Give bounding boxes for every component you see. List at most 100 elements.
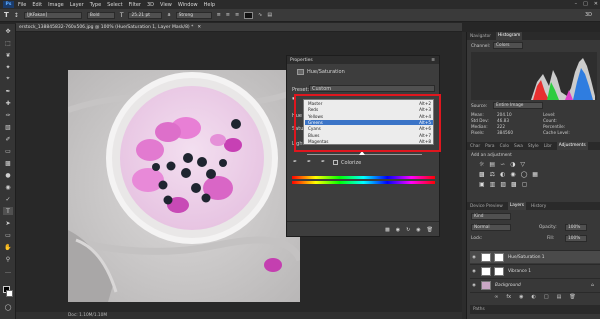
- opacity-input[interactable]: 100%: [565, 224, 587, 231]
- menu-edit[interactable]: Edit: [32, 2, 42, 8]
- fx-icon[interactable]: fx: [506, 294, 511, 300]
- tab-adjustments[interactable]: Adjustments: [556, 142, 588, 150]
- stamp-tool-icon[interactable]: ▧: [3, 123, 13, 131]
- crop-tool-icon[interactable]: ⌖: [3, 75, 13, 83]
- tab-paths[interactable]: Paths: [473, 307, 485, 312]
- channel-mixer-icon[interactable]: ◯: [521, 171, 528, 178]
- pen-tool-icon[interactable]: ✓: [3, 195, 13, 203]
- dodge-tool-icon[interactable]: ◉: [3, 183, 13, 191]
- eyedropper-plus-icon[interactable]: ✒: [307, 159, 311, 165]
- invert-icon[interactable]: ▣: [479, 181, 485, 188]
- view-previous-icon[interactable]: ◉: [396, 227, 400, 233]
- tab-layers[interactable]: Layers: [507, 202, 527, 210]
- text-color-swatch[interactable]: [244, 11, 254, 19]
- tab-device-preview[interactable]: Device Preview: [470, 204, 503, 209]
- maximize-icon[interactable]: □: [583, 1, 588, 7]
- trash-icon[interactable]: 🗑: [569, 294, 575, 300]
- history-brush-tool-icon[interactable]: ✐: [3, 135, 13, 143]
- source-select[interactable]: Entire Image: [493, 102, 543, 109]
- eyedropper-icon[interactable]: ✒: [293, 159, 297, 165]
- font-family-select[interactable]: [JKFakan]: [23, 11, 82, 19]
- link-icon[interactable]: ∞: [494, 294, 498, 300]
- healing-tool-icon[interactable]: ✚: [3, 99, 13, 107]
- group-icon[interactable]: □: [544, 294, 549, 300]
- character-panel-icon[interactable]: ▤: [267, 12, 272, 18]
- tab-navigator[interactable]: Navigator: [470, 34, 491, 39]
- document-image[interactable]: [68, 70, 300, 302]
- menu-help[interactable]: Help: [204, 2, 215, 8]
- move-tool-icon[interactable]: ✥: [3, 27, 13, 35]
- hand-tool-icon[interactable]: ✋: [3, 243, 13, 251]
- preset-select[interactable]: Custom: [309, 85, 435, 92]
- mask-icon[interactable]: ◉: [519, 294, 523, 300]
- menu-file[interactable]: File: [18, 2, 26, 8]
- tab-history[interactable]: History: [531, 204, 546, 209]
- new-layer-icon[interactable]: ▤: [557, 294, 562, 300]
- threshold-icon[interactable]: ▨: [500, 181, 506, 188]
- clip-to-layer-icon[interactable]: ▩: [385, 227, 390, 233]
- colorize-checkbox[interactable]: [333, 160, 338, 165]
- marquee-tool-icon[interactable]: ⬚: [3, 39, 13, 47]
- tab-character[interactable]: Char: [470, 144, 480, 149]
- type-tool-icon[interactable]: T: [3, 207, 13, 215]
- align-right-icon[interactable]: ≡: [235, 12, 239, 18]
- layer-row[interactable]: ◉ Background ⌂: [470, 278, 600, 291]
- layer-row[interactable]: ◉ Hue/Saturation 1: [470, 250, 600, 263]
- lasso-tool-icon[interactable]: ❦: [3, 51, 13, 59]
- layer-row[interactable]: ◉ Vibrance 1: [470, 264, 600, 277]
- color-balance-icon[interactable]: ⚖: [490, 171, 495, 178]
- align-center-icon[interactable]: ≡: [226, 12, 230, 18]
- background-color-swatch[interactable]: [6, 290, 13, 297]
- photo-filter-icon[interactable]: ◉: [510, 171, 515, 178]
- tab-histogram[interactable]: Histogram: [496, 32, 523, 40]
- font-size-select[interactable]: 25.21 pt: [128, 11, 163, 19]
- menu-type[interactable]: Type: [90, 2, 101, 8]
- color-lookup-icon[interactable]: ▦: [532, 171, 538, 178]
- tab-styles[interactable]: Style: [528, 144, 539, 149]
- zoom-tool-icon[interactable]: ⚲: [3, 255, 13, 263]
- hue-sat-icon[interactable]: ▩: [479, 171, 485, 178]
- orientation-icon[interactable]: ↕: [14, 12, 19, 19]
- tab-swatches[interactable]: Swa: [514, 144, 523, 149]
- gradient-tool-icon[interactable]: ▩: [3, 159, 13, 167]
- visibility-eye-icon[interactable]: ◉: [470, 283, 478, 288]
- menu-3d[interactable]: 3D: [147, 2, 154, 8]
- document-tab[interactable]: erstock_138845832-760x506.jpg @ 100% (Hu…: [16, 23, 462, 32]
- shape-tool-icon[interactable]: ▭: [3, 231, 13, 239]
- tab-paragraph[interactable]: Para: [485, 144, 494, 149]
- delete-icon[interactable]: 🗑: [427, 227, 433, 233]
- vibrance-icon[interactable]: ▽: [520, 161, 525, 168]
- brush-tool-icon[interactable]: ✑: [3, 111, 13, 119]
- 3d-icon[interactable]: 3D: [585, 12, 592, 18]
- panel-menu-icon[interactable]: ≡: [431, 58, 435, 63]
- antialias-select[interactable]: Strong: [175, 11, 212, 19]
- tab-color[interactable]: Colo: [500, 144, 509, 149]
- eraser-tool-icon[interactable]: ▭: [3, 147, 13, 155]
- warp-text-icon[interactable]: ∿: [258, 12, 262, 18]
- menu-filter[interactable]: Filter: [129, 2, 141, 8]
- menu-window[interactable]: Window: [178, 2, 198, 8]
- menu-select[interactable]: Select: [107, 2, 122, 8]
- eyedropper-minus-icon[interactable]: ✒: [321, 159, 325, 165]
- menu-layer[interactable]: Layer: [70, 2, 84, 8]
- type-tool-icon[interactable]: T: [4, 11, 9, 19]
- blend-mode-select[interactable]: Normal: [471, 224, 511, 231]
- fill-input[interactable]: 100%: [565, 235, 587, 242]
- eyedropper-tool-icon[interactable]: ✒: [3, 87, 13, 95]
- reset-icon[interactable]: ↻: [406, 227, 410, 233]
- path-select-tool-icon[interactable]: ➤: [3, 219, 13, 227]
- exposure-icon[interactable]: ◑: [510, 161, 515, 168]
- curves-icon[interactable]: ∽: [500, 161, 505, 168]
- black-white-icon[interactable]: ◐: [500, 171, 505, 178]
- tab-close-icon[interactable]: ✕: [197, 25, 201, 30]
- minimize-icon[interactable]: –: [575, 1, 578, 7]
- menu-view[interactable]: View: [160, 2, 172, 8]
- tab-libraries[interactable]: Libr: [544, 144, 552, 149]
- visibility-icon[interactable]: ◉: [416, 227, 420, 233]
- quick-mask-icon[interactable]: ◯: [3, 303, 13, 311]
- posterize-icon[interactable]: ▥: [490, 181, 496, 188]
- brightness-icon[interactable]: ☼: [479, 161, 484, 168]
- levels-icon[interactable]: ▤: [489, 161, 495, 168]
- visibility-eye-icon[interactable]: ◉: [470, 255, 478, 260]
- visibility-eye-icon[interactable]: ◉: [470, 269, 478, 274]
